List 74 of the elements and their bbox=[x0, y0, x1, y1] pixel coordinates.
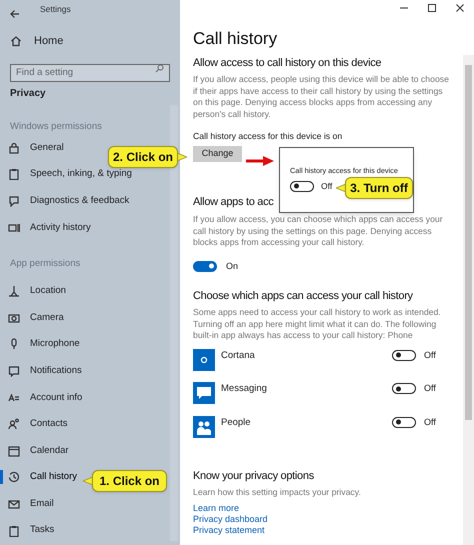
circle-tile-icon bbox=[193, 348, 215, 371]
history-icon bbox=[8, 471, 20, 484]
page-title: Call history bbox=[193, 28, 278, 50]
arrow-drawing bbox=[246, 156, 274, 166]
back-icon[interactable] bbox=[10, 9, 20, 19]
group-header: App permissions bbox=[10, 256, 80, 271]
group-header: Windows permissions bbox=[10, 120, 102, 134]
nav-item[interactable]: Tasks bbox=[8, 523, 54, 538]
nav-item[interactable]: Location bbox=[8, 284, 66, 298]
timeline-icon bbox=[8, 222, 20, 234]
description: Learn how this setting impacts your privacy. bbox=[193, 487, 361, 499]
toggle-state: Off bbox=[321, 180, 332, 193]
nav-item[interactable]: Email bbox=[8, 496, 54, 512]
section-heading: Allow apps to acc bbox=[193, 195, 274, 210]
toggle-state: Off bbox=[424, 382, 437, 396]
nav-item[interactable]: Account info bbox=[8, 390, 82, 405]
search-field[interactable]: Find a setting bbox=[10, 64, 170, 82]
speech-bubble-tile-icon bbox=[193, 382, 215, 404]
nav-item[interactable]: Diagnostics & feedback bbox=[8, 194, 130, 208]
nav-item[interactable]: Activity history bbox=[8, 220, 91, 235]
close-icon[interactable] bbox=[455, 3, 465, 13]
toggle-switch[interactable] bbox=[392, 350, 416, 361]
callout: 1. Click on bbox=[92, 470, 167, 492]
scrollbar[interactable] bbox=[463, 55, 474, 545]
nav-item[interactable]: Calendar bbox=[8, 444, 69, 458]
location-icon bbox=[8, 285, 20, 298]
lock-icon bbox=[8, 142, 20, 154]
nav-item[interactable]: Camera bbox=[8, 310, 64, 325]
nav-item[interactable]: Call history bbox=[8, 470, 77, 485]
nav-item[interactable]: General bbox=[8, 140, 64, 156]
camera-icon bbox=[8, 312, 20, 324]
callout: 2. Click on bbox=[108, 146, 178, 168]
people-tile-icon bbox=[193, 416, 215, 438]
description: If you allow access, you can choose which apps can access your call history by using the settings on this page. Denying access blocks apps from accessing your call history. bbox=[193, 214, 444, 249]
change-button[interactable]: Change bbox=[193, 146, 242, 162]
toggle-state: Off bbox=[424, 348, 437, 362]
mail-icon bbox=[8, 498, 20, 510]
nav-item[interactable]: Speech, inking, & typing bbox=[8, 167, 132, 182]
status-text: Call history access for this device is on bbox=[193, 130, 342, 143]
app-name: People bbox=[221, 416, 252, 430]
home-item[interactable]: Home bbox=[0, 28, 180, 54]
message-icon bbox=[8, 365, 20, 378]
toggle-switch[interactable] bbox=[290, 180, 314, 192]
feedback-icon bbox=[8, 195, 20, 208]
section-title: Privacy bbox=[10, 86, 46, 100]
toggle-switch[interactable] bbox=[392, 383, 416, 394]
callout: 3. Turn off bbox=[345, 177, 413, 199]
toggle-switch[interactable] bbox=[392, 416, 416, 428]
link[interactable]: Learn more bbox=[193, 502, 240, 514]
scrollbar-thumb[interactable] bbox=[465, 65, 472, 420]
toggle-state: Off bbox=[424, 416, 437, 429]
clipboard-icon bbox=[8, 524, 20, 537]
contacts-icon bbox=[8, 418, 20, 430]
maximize-icon[interactable] bbox=[427, 3, 437, 13]
toggle-state: On bbox=[226, 260, 238, 273]
link[interactable]: Privacy dashboard bbox=[193, 514, 268, 525]
link[interactable]: Privacy statement bbox=[193, 524, 265, 536]
description: Some apps need to access your call history to work as intended. Turning off an app here might limit what it can do. The following built-in app always has access to your call history: Phone bbox=[193, 307, 442, 342]
toggle-switch[interactable] bbox=[193, 260, 217, 272]
description: If you allow access, people using this device will be able to choose if their apps have access to their call history by using the settings on this page. Denying access blocks apps from accessing any person's call history. bbox=[193, 74, 450, 120]
calendar-icon bbox=[8, 444, 20, 457]
window-title: Settings bbox=[40, 2, 71, 16]
nav-item[interactable]: Notifications bbox=[8, 364, 82, 378]
app-name: Messaging bbox=[221, 382, 268, 396]
section-heading: Allow access to call history on this device bbox=[193, 56, 382, 71]
account-icon bbox=[8, 392, 20, 404]
nav-item[interactable]: Contacts bbox=[8, 417, 68, 432]
app-name: Cortana bbox=[221, 348, 256, 363]
search-icon bbox=[155, 64, 164, 73]
home-icon bbox=[10, 35, 22, 47]
section-heading: Choose which apps can access your call history bbox=[193, 289, 413, 304]
clipboard-icon bbox=[8, 168, 20, 180]
section-heading: Know your privacy options bbox=[193, 469, 314, 484]
nav-item[interactable]: Microphone bbox=[8, 337, 80, 352]
